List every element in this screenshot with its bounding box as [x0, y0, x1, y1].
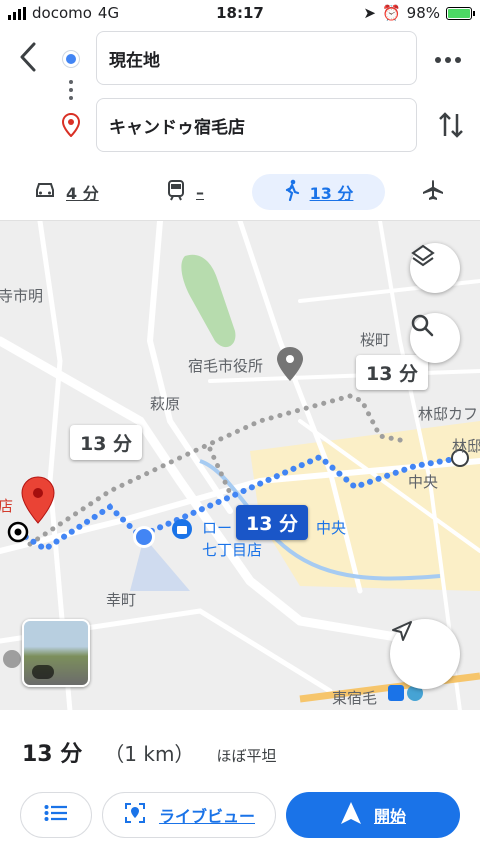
drive-time: 4 分	[66, 184, 99, 203]
train-icon	[166, 179, 186, 205]
navigation-arrow-icon	[340, 801, 362, 829]
destination-pin-icon	[61, 112, 81, 141]
connector-dots-icon	[69, 80, 73, 104]
map-label-station: 東宿毛	[332, 689, 378, 707]
live-view-label: ライブビュー	[158, 807, 255, 826]
map-label: 林邸カフ	[418, 405, 479, 423]
layers-button[interactable]	[410, 243, 460, 293]
start-label: 開始	[373, 807, 406, 826]
location-arrow-icon: ➤	[363, 4, 376, 22]
map-label-lawson: ロー	[202, 519, 233, 537]
steps-list-button[interactable]	[20, 792, 92, 838]
start-navigation-button[interactable]: 開始	[286, 792, 460, 838]
flight-icon	[422, 179, 444, 205]
map-label: 萩原	[150, 395, 181, 413]
destination-map-pin-icon[interactable]	[21, 476, 55, 524]
tab-transit[interactable]: –	[166, 174, 204, 210]
tab-drive[interactable]: 4 分	[34, 174, 99, 210]
map-label-lawson: 中央	[316, 519, 347, 537]
battery-percent: 98%	[406, 4, 440, 22]
route-duration-bubble-selected[interactable]: 13 分	[236, 505, 309, 540]
map-label-city-hall: 宿毛市役所	[188, 357, 264, 375]
tab-walk[interactable]: 13 分	[252, 174, 385, 210]
route-duration-bubble-alt[interactable]: 13 分	[70, 425, 143, 460]
route-duration: 13 分	[22, 742, 83, 767]
place-marker-icon	[3, 650, 21, 668]
live-view-icon	[123, 801, 147, 829]
route-summary: 13 分 （1 km） ほぼ平坦	[22, 736, 276, 768]
origin-dot-icon	[63, 51, 79, 67]
search-along-route-button[interactable]	[410, 313, 460, 363]
recenter-button[interactable]	[390, 619, 460, 689]
destination-input[interactable]: キャンドゥ宿毛店	[96, 98, 417, 152]
battery-icon	[446, 6, 475, 20]
tab-flight[interactable]	[422, 174, 444, 210]
car-icon	[34, 181, 56, 203]
current-location-dot-icon	[133, 526, 155, 548]
map-label: 幸町	[106, 591, 137, 609]
route-terrain: ほぼ平坦	[216, 747, 277, 765]
shop-pin-icon[interactable]	[172, 519, 192, 539]
map-view[interactable]: 寺市明 宿毛市役所 桜町 萩原 林邸カフ 林邸 中央 店 ロー 中央 七丁目店 …	[0, 220, 480, 710]
travel-mode-tabs: 4 分 – 13 分	[0, 170, 480, 214]
route-start-marker-icon	[7, 521, 29, 543]
map-label: 中央	[408, 473, 439, 491]
status-bar: docomo 4G 18:17 ➤ ⏰ 98%	[0, 0, 480, 26]
origin-input[interactable]: 現在地	[96, 31, 417, 85]
walk-time: 13 分	[309, 184, 354, 203]
list-icon	[44, 804, 68, 826]
transit-time: –	[196, 182, 204, 202]
map-label: 林邸	[452, 437, 480, 455]
map-label: 桜町	[360, 331, 391, 349]
route-distance: （1 km）	[104, 742, 195, 766]
route-duration-bubble-alt[interactable]: 13 分	[356, 355, 429, 390]
street-view-360-icon	[32, 665, 54, 679]
map-label-store: 店	[0, 495, 13, 516]
swap-route-button[interactable]	[438, 110, 464, 144]
street-view-thumbnail[interactable]	[22, 619, 90, 687]
more-options-button[interactable]	[434, 50, 462, 69]
live-view-button[interactable]: ライブビュー	[102, 792, 276, 838]
walk-icon	[284, 179, 300, 205]
map-label: 寺市明	[0, 287, 44, 305]
alarm-icon: ⏰	[381, 4, 401, 22]
back-button[interactable]	[14, 40, 42, 74]
train-station-icon	[388, 685, 404, 701]
map-label-lawson: 七丁目店	[202, 541, 263, 559]
